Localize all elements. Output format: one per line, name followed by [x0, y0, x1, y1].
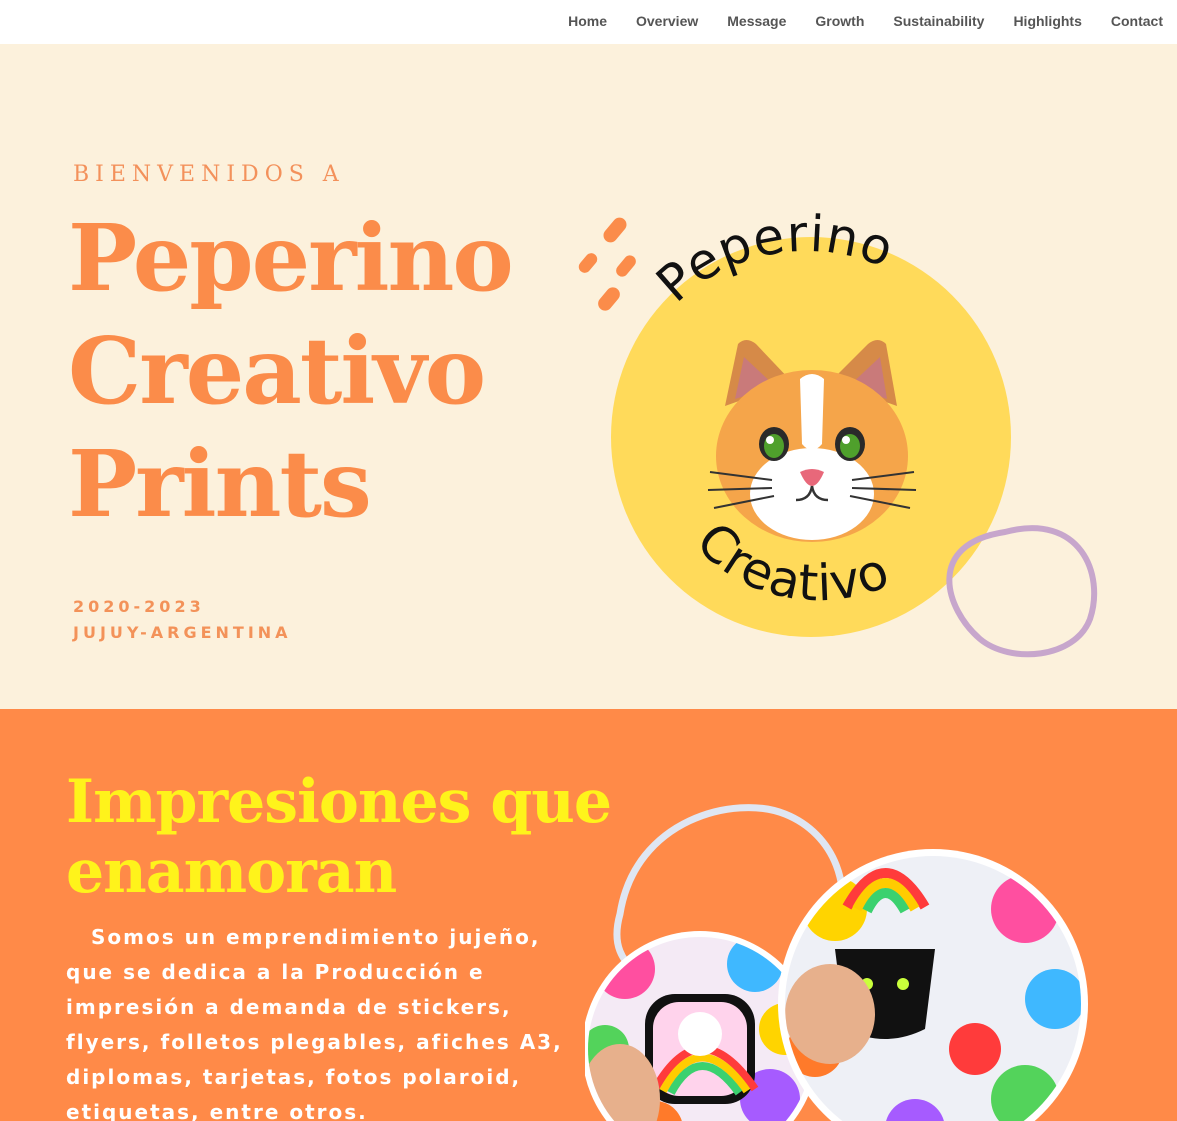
nav-contact[interactable]: Contact: [1111, 13, 1163, 29]
brand-logo-graphic: Peperino Creativo: [578, 205, 1098, 658]
about-title: Impresiones que enamoran: [66, 767, 666, 907]
hero-title-line-1: Peperino: [68, 204, 514, 312]
nav-growth[interactable]: Growth: [815, 13, 864, 29]
sticker-photos-graphic: [582, 804, 1088, 1121]
hero-title-line-3: Prints: [68, 430, 372, 538]
sticker-photos: [582, 799, 1105, 1121]
sticker-photo-right: [778, 849, 1088, 1121]
hero-years: 2020-2023: [73, 597, 205, 616]
nav-message[interactable]: Message: [727, 13, 786, 29]
hero-section: BIENVENIDOS A Peperino Creativo Prints 2…: [0, 44, 1177, 709]
hero-location: JUJUY-ARGENTINA: [73, 623, 292, 642]
nav-overview[interactable]: Overview: [636, 13, 698, 29]
top-navigation: Home Overview Message Growth Sustainabil…: [0, 0, 1177, 44]
brand-logo: Peperino Creativo: [560, 194, 1120, 664]
about-title-line-1: Impresiones que: [66, 767, 612, 837]
about-section: Impresiones que enamoran Somos un empren…: [0, 709, 1177, 1121]
nav-highlights[interactable]: Highlights: [1013, 13, 1081, 29]
about-description: Somos un emprendimiento jujeño, que se d…: [66, 925, 563, 1121]
about-title-line-2: enamoran: [66, 837, 397, 907]
hero-title: Peperino Creativo Prints: [68, 202, 588, 541]
nav-sustainability[interactable]: Sustainability: [893, 13, 984, 29]
hero-title-line-2: Creativo: [68, 317, 486, 425]
decorative-dashes: [578, 217, 636, 311]
hero-kicker: BIENVENIDOS A: [73, 162, 345, 187]
nav-home[interactable]: Home: [568, 13, 607, 29]
nav-menu: Home Overview Message Growth Sustainabil…: [568, 13, 1163, 29]
cat-face-icon: [707, 340, 917, 542]
